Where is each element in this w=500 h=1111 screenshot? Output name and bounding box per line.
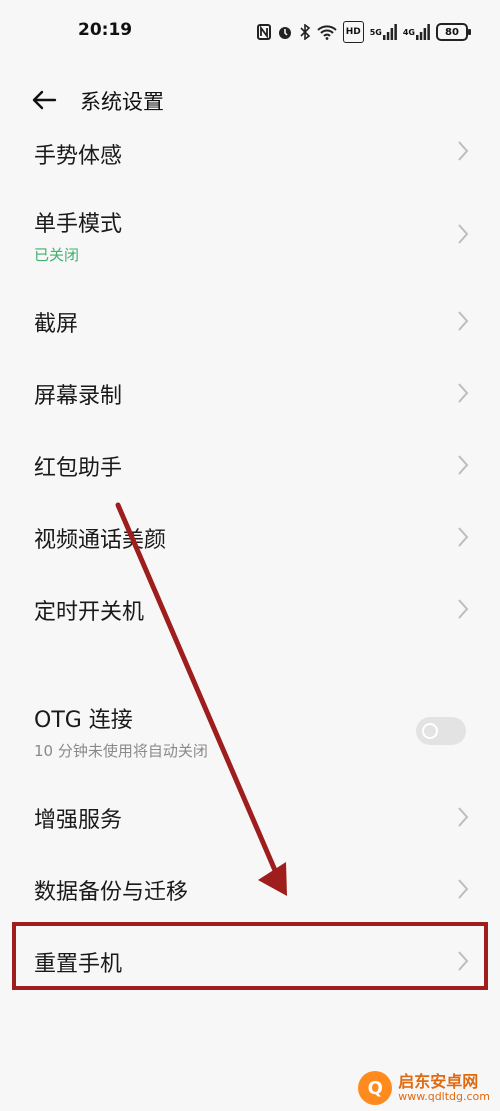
chevron-right-icon [458, 455, 469, 475]
hd-icon: HD [342, 21, 364, 43]
settings-item-label: 红包助手 [34, 456, 123, 481]
settings-item-one-hand[interactable]: 单手模式 已关闭 [0, 196, 500, 272]
otg-toggle[interactable] [416, 717, 466, 745]
chevron-right-icon [458, 383, 469, 403]
page-title: 系统设置 [80, 90, 164, 114]
watermark: Q 启东安卓网 www.qdltdg.com [358, 1071, 490, 1105]
settings-item-label: 增强服务 [34, 808, 123, 833]
settings-item-screen-record[interactable]: 屏幕录制 [0, 362, 500, 424]
settings-item-enhanced-services[interactable]: 增强服务 [0, 786, 500, 848]
back-button[interactable] [26, 82, 62, 118]
settings-item-otg[interactable]: OTG 连接 10 分钟未使用将自动关闭 [0, 694, 500, 770]
settings-item-description: 10 分钟未使用将自动关闭 [34, 742, 208, 760]
chevron-right-icon [458, 527, 469, 547]
chevron-right-icon [458, 879, 469, 899]
settings-item-label: 定时开关机 [34, 600, 145, 625]
nfc-icon [256, 22, 271, 42]
toggle-knob [422, 723, 438, 739]
settings-item-reset-phone[interactable]: 重置手机 [0, 930, 500, 992]
battery-icon: 80 [436, 23, 471, 41]
signal-5g-icon: 5G [370, 22, 397, 42]
settings-item-label: 单手模式 [34, 212, 123, 237]
settings-item-label: 视频通话美颜 [34, 528, 167, 553]
status-bar: 20:19 HD 5G 4G 80 [0, 0, 500, 62]
settings-item-label: 数据备份与迁移 [34, 880, 189, 905]
signal-4g-icon: 4G [403, 22, 430, 42]
settings-item-scheduled-power[interactable]: 定时开关机 [0, 578, 500, 640]
watermark-url: www.qdltdg.com [398, 1089, 490, 1103]
chevron-right-icon [458, 141, 469, 161]
settings-item-label: 重置手机 [34, 952, 123, 977]
chevron-right-icon [458, 951, 469, 971]
chevron-right-icon [458, 599, 469, 619]
settings-item-label: 屏幕录制 [34, 384, 123, 409]
settings-item-status: 已关闭 [34, 246, 80, 264]
chevron-right-icon [458, 807, 469, 827]
settings-item-backup-migrate[interactable]: 数据备份与迁移 [0, 858, 500, 920]
net1-label: 5G [369, 27, 382, 37]
status-icons: HD 5G 4G 80 [256, 21, 471, 43]
page-header: 系统设置 [0, 72, 500, 128]
settings-item-video-beauty[interactable]: 视频通话美颜 [0, 506, 500, 568]
back-arrow-icon [32, 90, 57, 110]
settings-item-label: 截屏 [34, 312, 79, 337]
chevron-right-icon [458, 311, 469, 331]
alarm-icon [277, 22, 293, 42]
settings-item-gesture[interactable]: 手势体感 [0, 130, 500, 178]
settings-item-red-packet[interactable]: 红包助手 [0, 434, 500, 496]
wifi-icon [317, 22, 337, 42]
settings-item-screenshot[interactable]: 截屏 [0, 290, 500, 352]
status-time: 20:19 [78, 20, 133, 40]
net2-label: 4G [402, 27, 415, 37]
chevron-right-icon [458, 224, 469, 244]
settings-item-label: OTG 连接 [34, 708, 133, 733]
watermark-logo-icon: Q [358, 1071, 393, 1105]
watermark-title: 启东安卓网 [398, 1072, 479, 1092]
bluetooth-icon [299, 22, 311, 42]
settings-item-label: 手势体感 [34, 144, 123, 169]
